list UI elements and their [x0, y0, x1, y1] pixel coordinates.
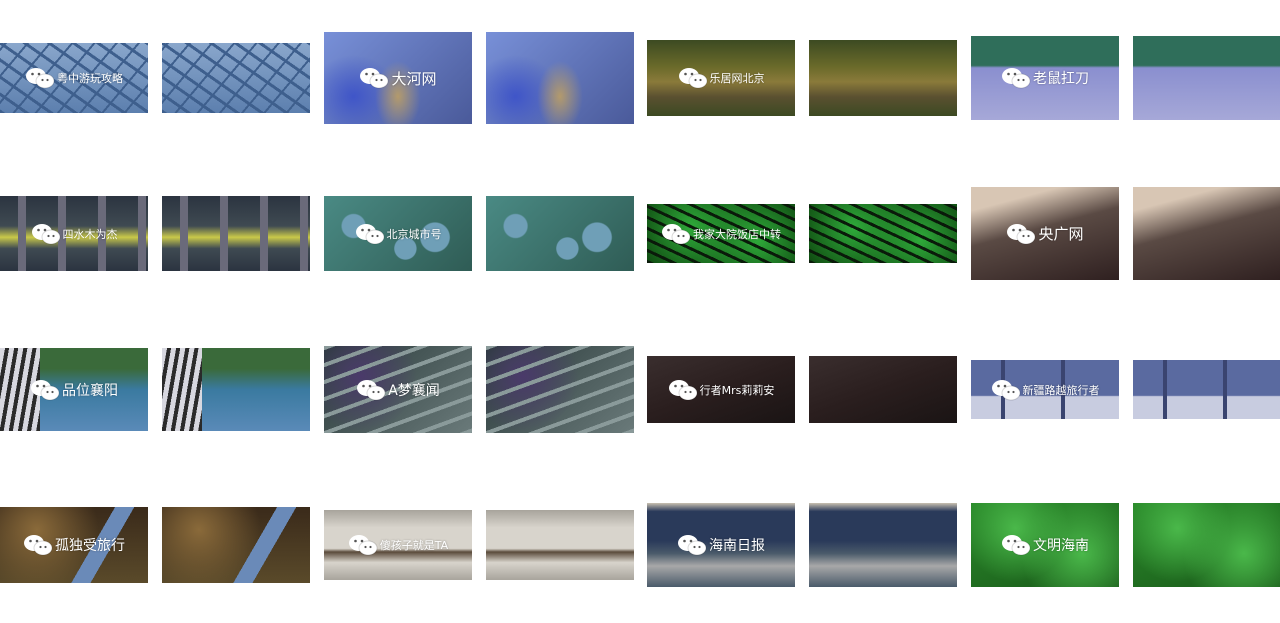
thumbnail-watermarked[interactable]: 央广网: [971, 187, 1119, 280]
watermark-text: 品位襄阳: [62, 382, 118, 399]
watermark: 北京城市号: [324, 196, 472, 271]
wechat-logo-icon: [1007, 223, 1036, 244]
watermark-text: 孤独受旅行: [55, 538, 125, 554]
thumbnail-plain[interactable]: [162, 507, 310, 583]
watermark-text: A梦襄闻: [388, 382, 440, 399]
wechat-logo-icon: [662, 223, 691, 244]
thumbnail-watermarked[interactable]: 品位襄阳: [0, 348, 148, 431]
wechat-logo-icon: [678, 535, 707, 556]
watermark-text: 北京城市号: [386, 227, 442, 241]
wechat-logo-icon: [31, 379, 60, 400]
thumbnail-watermarked[interactable]: 行者Mrs莉莉安: [647, 356, 795, 423]
thumbnail-plain[interactable]: [486, 346, 634, 433]
thumbnail-watermarked[interactable]: 文明海南: [971, 503, 1119, 587]
thumbnail-watermarked[interactable]: 北京城市号: [324, 196, 472, 271]
wechat-logo-icon: [668, 379, 698, 400]
thumbnail-plain[interactable]: [162, 196, 310, 271]
wechat-logo-icon: [357, 379, 386, 400]
thumbnail-plain[interactable]: [809, 356, 957, 423]
thumbnail-plain[interactable]: [1133, 360, 1280, 419]
watermark-text: 四水木为杰: [62, 227, 118, 241]
thumbnail-grid: 粤中游玩攻略 大河网 乐居网北京 老鼠扛刀 四水木为杰 北京城市号 我家大院饭店…: [0, 0, 1280, 623]
watermark: 海南日报: [647, 503, 795, 587]
watermark-text: 新疆路越旅行者: [1022, 383, 1100, 397]
watermark: 新疆路越旅行者: [971, 360, 1119, 419]
wechat-logo-icon: [355, 223, 384, 244]
thumbnail-plain[interactable]: [1133, 187, 1280, 280]
thumbnail-plain[interactable]: [809, 204, 957, 263]
watermark: 行者Mrs莉莉安: [647, 356, 795, 423]
thumbnail-plain[interactable]: [162, 348, 310, 431]
thumbnail-watermarked[interactable]: 我家大院饭店中转: [647, 204, 795, 263]
thumbnail-row: 孤独受旅行 傻孩子就是TA 海南日报 文明海南: [0, 0, 1280, 587]
watermark: 我家大院饭店中转: [647, 204, 795, 263]
watermark: A梦襄闻: [324, 346, 472, 433]
wechat-logo-icon: [1002, 535, 1031, 556]
watermark-text: 傻孩子就是TA: [379, 539, 449, 552]
watermark: 品位襄阳: [0, 348, 148, 431]
watermark: 四水木为杰: [0, 196, 148, 271]
thumbnail-watermarked[interactable]: 新疆路越旅行者: [971, 360, 1119, 419]
thumbnail-plain[interactable]: [486, 510, 634, 580]
thumbnail-watermarked[interactable]: 海南日报: [647, 503, 795, 587]
wechat-logo-icon: [24, 535, 53, 556]
watermark-text: 文明海南: [1033, 538, 1089, 554]
watermark: 文明海南: [971, 503, 1119, 587]
watermark-text: 央广网: [1038, 225, 1084, 243]
wechat-logo-icon: [991, 379, 1020, 400]
watermark: 央广网: [971, 187, 1119, 280]
watermark-text: 行者Mrs莉莉安: [699, 383, 775, 397]
thumbnail-watermarked[interactable]: 傻孩子就是TA: [324, 510, 472, 580]
thumbnail-watermarked[interactable]: 四水木为杰: [0, 196, 148, 271]
watermark-text: 我家大院饭店中转: [693, 227, 781, 241]
thumbnail-watermarked[interactable]: 孤独受旅行: [0, 507, 148, 583]
watermark-text: 海南日报: [709, 538, 765, 554]
watermark: 孤独受旅行: [0, 507, 148, 583]
thumbnail-watermarked[interactable]: A梦襄闻: [324, 346, 472, 433]
thumbnail-plain[interactable]: [486, 196, 634, 271]
watermark: 傻孩子就是TA: [324, 510, 472, 580]
wechat-logo-icon: [31, 223, 60, 244]
thumbnail-plain[interactable]: [809, 503, 957, 587]
wechat-logo-icon: [348, 535, 378, 556]
thumbnail-plain[interactable]: [1133, 503, 1280, 587]
